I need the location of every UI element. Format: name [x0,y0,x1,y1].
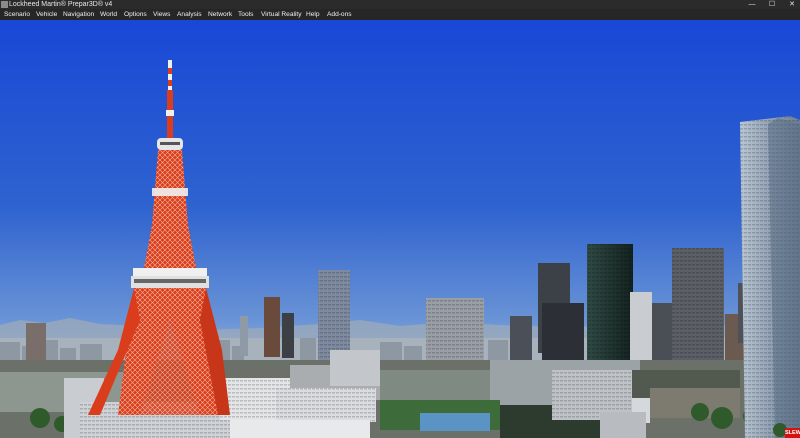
title-bar: Lockheed Martin® Prepar3D® v4 — ☐ ✕ [0,0,800,9]
menu-options[interactable]: Options [124,9,147,20]
menu-analysis[interactable]: Analysis [177,9,202,20]
menu-add-ons[interactable]: Add-ons [327,9,352,20]
glass-tower [740,116,800,438]
menu-help[interactable]: Help [306,9,320,20]
window-title: Lockheed Martin® Prepar3D® v4 [9,1,113,8]
menu-network[interactable]: Network [208,9,232,20]
menu-scenario[interactable]: Scenario [4,9,30,20]
minimize-button[interactable]: — [744,0,760,9]
slew-indicator: SLEW [785,428,800,438]
menu-virtual-reality[interactable]: Virtual Reality [261,9,302,20]
menu-vehicle[interactable]: Vehicle [36,9,57,20]
sim-viewport[interactable]: SLEW [0,20,800,438]
menu-bar: Scenario Vehicle Navigation World Option… [0,9,800,20]
menu-navigation[interactable]: Navigation [63,9,94,20]
menu-tools[interactable]: Tools [238,9,253,20]
menu-views[interactable]: Views [153,9,170,20]
simulator-window: Lockheed Martin® Prepar3D® v4 — ☐ ✕ Scen… [0,0,800,438]
menu-world[interactable]: World [100,9,117,20]
close-button[interactable]: ✕ [784,0,800,9]
maximize-button[interactable]: ☐ [764,0,780,9]
app-icon [1,1,8,8]
scenery-view [0,20,800,438]
